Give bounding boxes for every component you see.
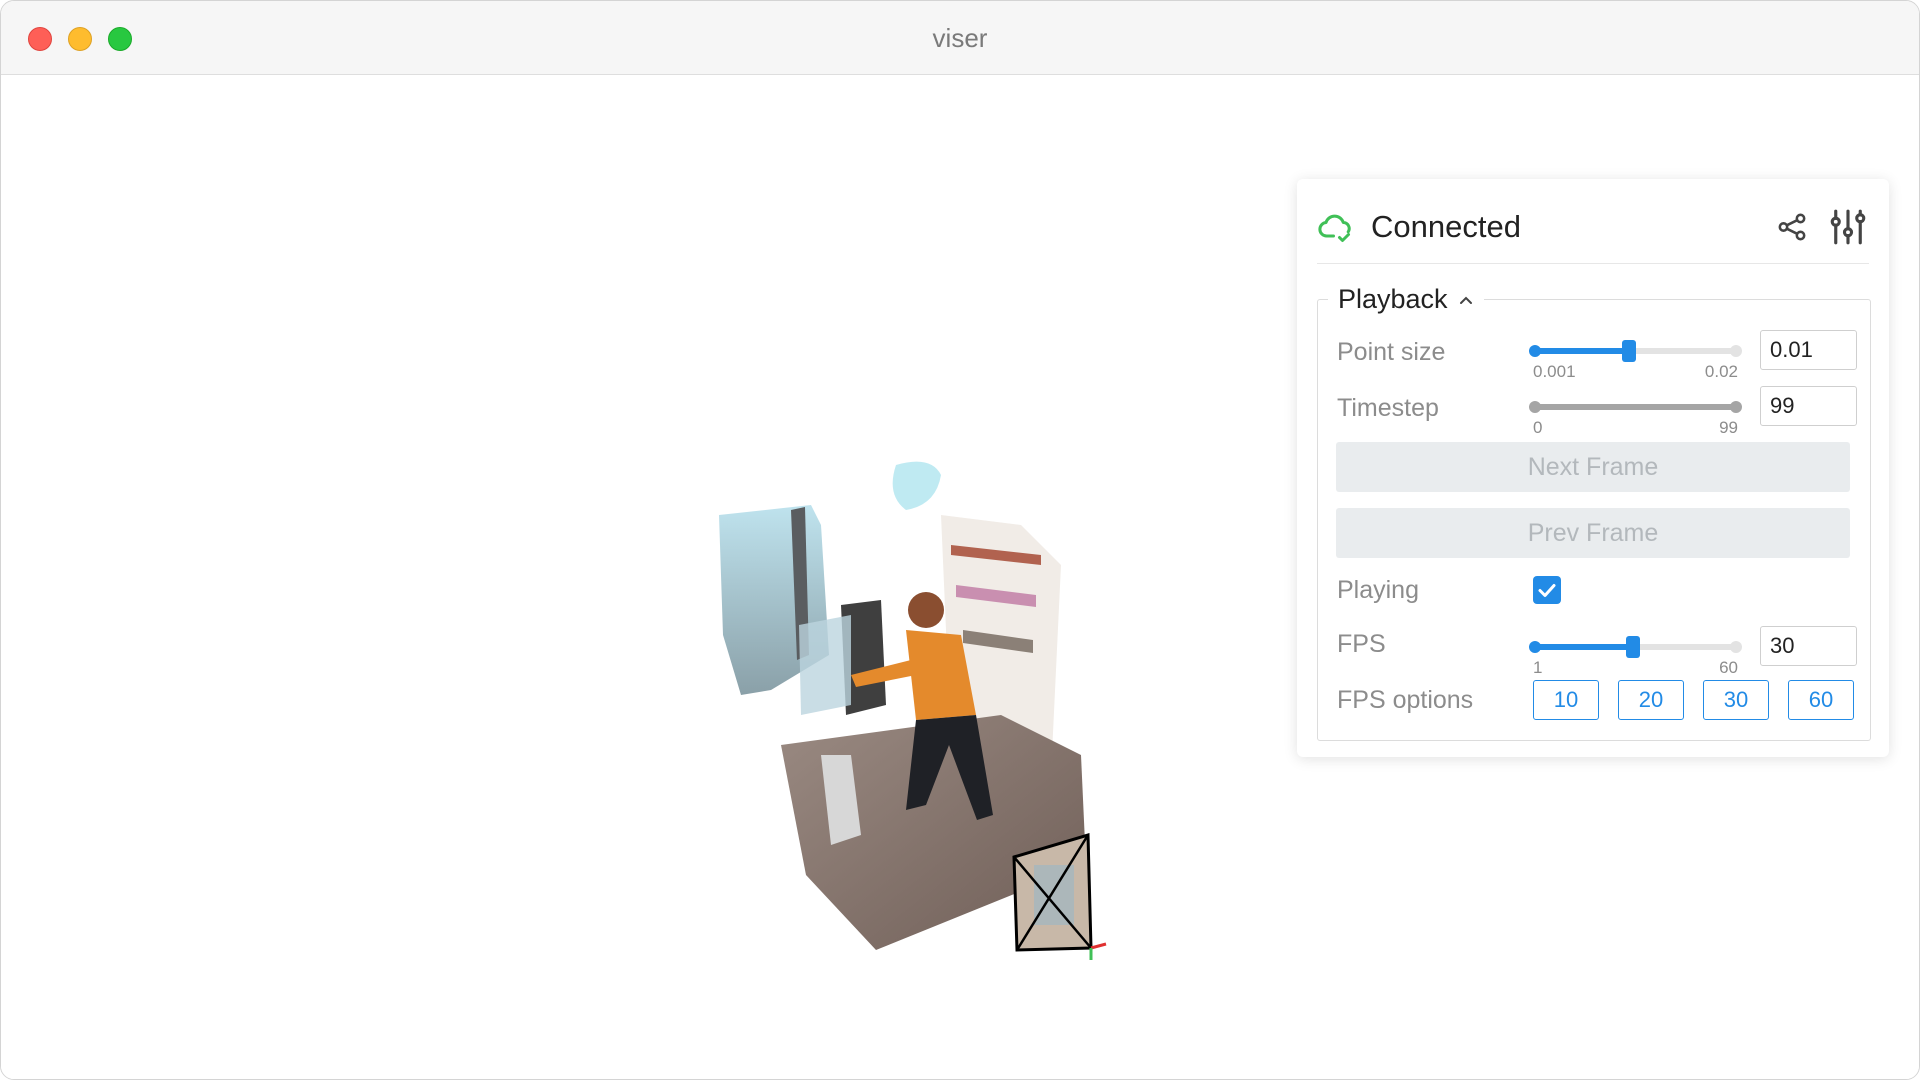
slider-max-label: 60 <box>1719 658 1738 677</box>
camera-frustum <box>1012 833 1107 960</box>
timestep-slider[interactable]: 0 99 <box>1529 394 1742 437</box>
slider-max-mark <box>1730 401 1742 413</box>
title-bar: viser <box>1 1 1919 75</box>
panel-header: Connected <box>1317 197 1869 264</box>
slider-min-label: 0 <box>1533 418 1543 437</box>
slider-fill <box>1533 404 1738 410</box>
playing-checkbox[interactable] <box>1533 576 1561 604</box>
share-icon[interactable] <box>1775 210 1809 244</box>
fps-option-30-button[interactable]: 30 <box>1703 680 1769 720</box>
point-size-label: Point size <box>1337 338 1446 366</box>
folder-label: Playback <box>1338 284 1448 314</box>
slider-max-mark <box>1730 345 1742 357</box>
chevron-up-icon <box>1459 296 1472 304</box>
fps-input[interactable]: 30 <box>1760 626 1857 666</box>
control-panel: Connected Playback Point size 0.001 0.02… <box>1297 179 1889 757</box>
fps-option-60-button[interactable]: 60 <box>1788 680 1854 720</box>
app-window: viser Connected Playback Point size 0.00… <box>0 0 1920 1080</box>
point-cloud-scene[interactable] <box>701 455 1121 975</box>
timestep-label: Timestep <box>1337 394 1439 422</box>
slider-fill <box>1533 348 1630 354</box>
checkmark-icon <box>1538 584 1556 597</box>
fps-option-20-button[interactable]: 20 <box>1618 680 1684 720</box>
slider-max-label: 99 <box>1719 418 1738 437</box>
slider-min-mark <box>1529 641 1541 653</box>
point-size-slider[interactable]: 0.001 0.02 <box>1529 338 1742 381</box>
slider-max-mark <box>1730 641 1742 653</box>
fps-slider[interactable]: 1 60 <box>1529 634 1742 677</box>
desk-points <box>799 615 851 715</box>
fps-label: FPS <box>1337 630 1386 658</box>
slider-min-label: 1 <box>1533 658 1543 677</box>
playback-folder: Playback Point size 0.001 0.02 0.01 Time… <box>1317 284 1871 741</box>
sliders-icon[interactable] <box>1827 206 1869 248</box>
person-head-points <box>908 592 944 628</box>
3d-viewport[interactable]: Connected Playback Point size 0.001 0.02… <box>1 75 1919 1079</box>
playing-label: Playing <box>1337 576 1419 604</box>
playback-folder-toggle[interactable]: Playback <box>1328 284 1484 315</box>
next-frame-button[interactable]: Next Frame <box>1336 442 1850 492</box>
fps-option-10-button[interactable]: 10 <box>1533 680 1599 720</box>
cloud-check-icon <box>1318 214 1351 242</box>
slider-thumb[interactable] <box>1622 340 1637 362</box>
window-title: viser <box>932 23 988 53</box>
sky-points <box>892 461 941 510</box>
point-size-input[interactable]: 0.01 <box>1760 330 1857 370</box>
slider-min-label: 0.001 <box>1533 362 1576 381</box>
fps-options-label: FPS options <box>1337 686 1474 714</box>
slider-max-label: 0.02 <box>1704 362 1738 381</box>
prev-frame-button[interactable]: Prev Frame <box>1336 508 1850 558</box>
slider-min-mark <box>1529 401 1541 413</box>
slider-thumb[interactable] <box>1626 636 1641 658</box>
timestep-input[interactable]: 99 <box>1760 386 1857 426</box>
slider-fill <box>1533 644 1634 650</box>
connection-status: Connected <box>1371 209 1521 244</box>
slider-min-mark <box>1529 345 1541 357</box>
